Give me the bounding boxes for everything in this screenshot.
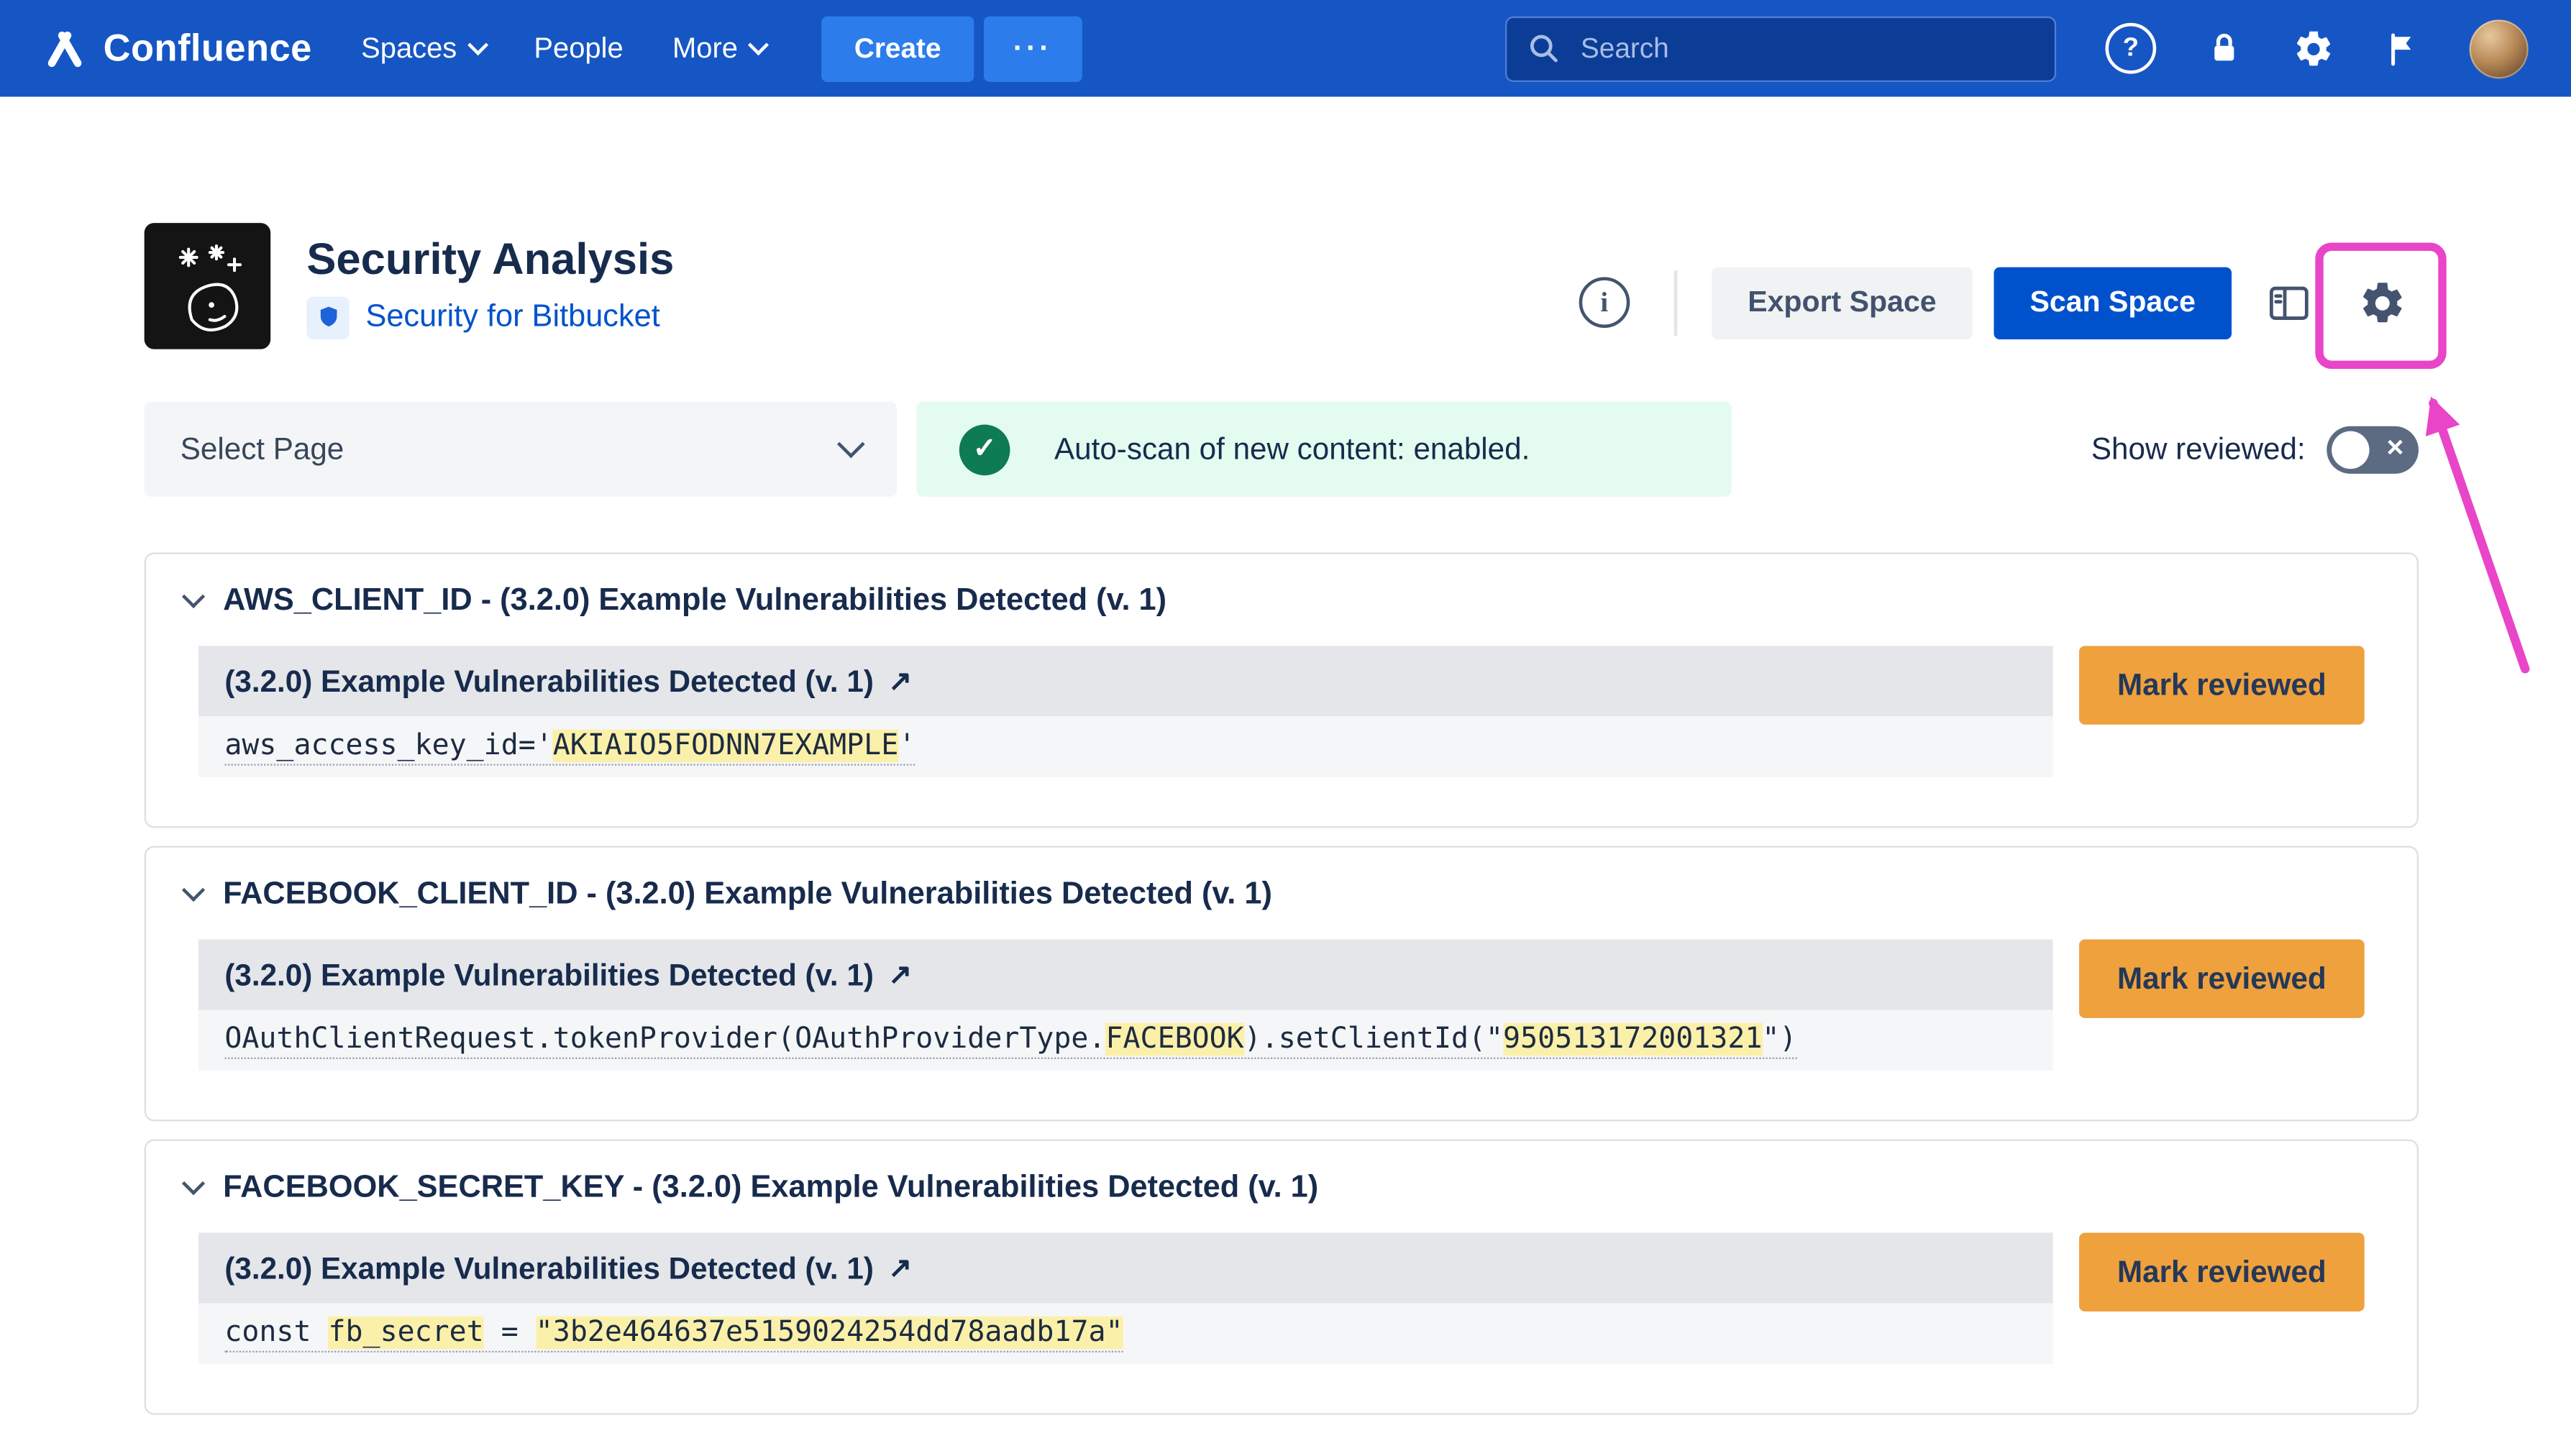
autoscan-message: Auto-scan of new content: enabled.: [1054, 431, 1530, 467]
external-link-icon: ↗: [888, 1252, 911, 1285]
code-line: OAuthClientRequest.tokenProvider(OAuthPr…: [198, 1009, 2053, 1070]
success-check-icon: ✓: [959, 423, 1010, 475]
card-title: AWS_CLIENT_ID - (3.2.0) Example Vulnerab…: [223, 584, 1166, 620]
lock-icon[interactable]: [2204, 28, 2245, 69]
snippet: (3.2.0) Example Vulnerabilities Detected…: [198, 939, 2053, 1070]
snippet-title: (3.2.0) Example Vulnerabilities Detected…: [224, 956, 874, 992]
brand-name: Confluence: [104, 26, 312, 70]
toggle-off-icon: ×: [2387, 431, 2404, 465]
card-title: FACEBOOK_CLIENT_ID - (3.2.0) Example Vul…: [223, 877, 1272, 913]
user-avatar[interactable]: [2470, 19, 2529, 78]
nav-overflow-button[interactable]: ···: [984, 16, 1082, 81]
space-link[interactable]: Security for Bitbucket: [365, 299, 659, 335]
gear-icon[interactable]: [2292, 27, 2334, 70]
header-actions: i Export Space Scan Space: [1579, 267, 2419, 339]
chevron-down-icon: [748, 35, 769, 55]
space-shield-icon: [306, 296, 349, 339]
export-space-button[interactable]: Export Space: [1712, 267, 1973, 339]
toggle-knob: [2332, 431, 2369, 468]
show-reviewed-label: Show reviewed:: [2091, 431, 2306, 467]
main-content: Security Analysis Security for Bitbucket…: [0, 223, 2571, 1415]
autoscan-banner: ✓ Auto-scan of new content: enabled.: [917, 402, 1732, 497]
top-navigation: Confluence Spaces People More Create ···…: [0, 0, 2571, 97]
page-title: Security Analysis: [306, 234, 674, 285]
nav-people[interactable]: People: [534, 31, 623, 65]
info-glyph: i: [1600, 286, 1608, 319]
secret-highlight: fb_secret: [328, 1316, 483, 1349]
mark-reviewed-button[interactable]: Mark reviewed: [2079, 939, 2365, 1017]
external-link-icon: ↗: [888, 665, 911, 698]
nav-spaces-label: Spaces: [361, 31, 457, 65]
space-settings-wrap: [2347, 267, 2419, 339]
collapse-chevron-icon[interactable]: [182, 1172, 205, 1195]
collapse-chevron-icon[interactable]: [182, 585, 205, 608]
nav-utility-icons: ?: [2106, 19, 2529, 78]
vulnerability-card: FACEBOOK_SECRET_KEY - (3.2.0) Example Vu…: [145, 1140, 2419, 1415]
snippet-title: (3.2.0) Example Vulnerabilities Detected…: [224, 663, 874, 699]
space-avatar: [145, 223, 271, 349]
help-glyph: ?: [2123, 34, 2139, 63]
flag-icon[interactable]: [2383, 29, 2422, 68]
snippet: (3.2.0) Example Vulnerabilities Detected…: [198, 646, 2053, 777]
code-line: aws_access_key_id='AKIAIO5FODNN7EXAMPLE': [198, 716, 2053, 777]
create-button[interactable]: Create: [821, 16, 974, 81]
show-reviewed-toggle[interactable]: ×: [2326, 426, 2419, 473]
snippet-title: (3.2.0) Example Vulnerabilities Detected…: [224, 1250, 874, 1286]
scan-space-button[interactable]: Scan Space: [1994, 267, 2232, 339]
external-link-icon: ↗: [888, 958, 911, 992]
secret-highlight: "3b2e464637e5159024254dd78aadb17a": [536, 1316, 1123, 1349]
vulnerability-list: AWS_CLIENT_ID - (3.2.0) Example Vulnerab…: [145, 552, 2419, 1414]
page: Confluence Spaces People More Create ···…: [0, 0, 2571, 1456]
secret-highlight: AKIAIO5FODNN7EXAMPLE: [553, 728, 898, 761]
toolbar-row: Select Page ✓ Auto-scan of new content: …: [145, 402, 2419, 497]
page-header: Security Analysis Security for Bitbucket…: [145, 223, 2419, 349]
nav-spaces[interactable]: Spaces: [361, 31, 485, 65]
select-page-dropdown[interactable]: Select Page: [145, 402, 898, 497]
mark-reviewed-button[interactable]: Mark reviewed: [2079, 1233, 2365, 1311]
secret-highlight: FACEBOOK: [1106, 1022, 1244, 1056]
snippet: (3.2.0) Example Vulnerabilities Detected…: [198, 1233, 2053, 1364]
search-icon: [1527, 31, 1561, 65]
chevron-down-icon: [837, 431, 865, 459]
collapse-chevron-icon[interactable]: [182, 879, 205, 902]
select-page-label: Select Page: [181, 431, 344, 467]
snippet-page-link[interactable]: (3.2.0) Example Vulnerabilities Detected…: [198, 1233, 2053, 1304]
search-box[interactable]: [1505, 16, 2056, 81]
info-icon[interactable]: i: [1579, 277, 1630, 328]
vulnerability-card: AWS_CLIENT_ID - (3.2.0) Example Vulnerab…: [145, 552, 2419, 828]
show-reviewed-group: Show reviewed: ×: [2091, 426, 2419, 473]
secret-highlight: 950513172001321: [1503, 1022, 1762, 1056]
code-line: const fb_secret = "3b2e464637e5159024254…: [198, 1304, 2053, 1364]
divider: [1674, 270, 1678, 335]
card-title: FACEBOOK_SECRET_KEY - (3.2.0) Example Vu…: [223, 1171, 1318, 1207]
snippet-page-link[interactable]: (3.2.0) Example Vulnerabilities Detected…: [198, 646, 2053, 716]
search-input[interactable]: [1577, 30, 2035, 66]
title-block: Security Analysis Security for Bitbucket: [306, 234, 674, 339]
chevron-down-icon: [467, 35, 488, 55]
space-settings-gear-button[interactable]: [2347, 267, 2419, 339]
nav-more-label: More: [672, 31, 738, 65]
sidebar-panel-button[interactable]: [2253, 267, 2325, 339]
nav-people-label: People: [534, 31, 623, 65]
confluence-home-link[interactable]: Confluence: [42, 26, 311, 70]
vulnerability-card: FACEBOOK_CLIENT_ID - (3.2.0) Example Vul…: [145, 846, 2419, 1121]
help-icon[interactable]: ?: [2106, 23, 2157, 74]
check-glyph: ✓: [973, 433, 996, 466]
confluence-logo-icon: [42, 26, 87, 70]
snippet-page-link[interactable]: (3.2.0) Example Vulnerabilities Detected…: [198, 939, 2053, 1009]
mark-reviewed-button[interactable]: Mark reviewed: [2079, 646, 2365, 724]
nav-more[interactable]: More: [672, 31, 766, 65]
